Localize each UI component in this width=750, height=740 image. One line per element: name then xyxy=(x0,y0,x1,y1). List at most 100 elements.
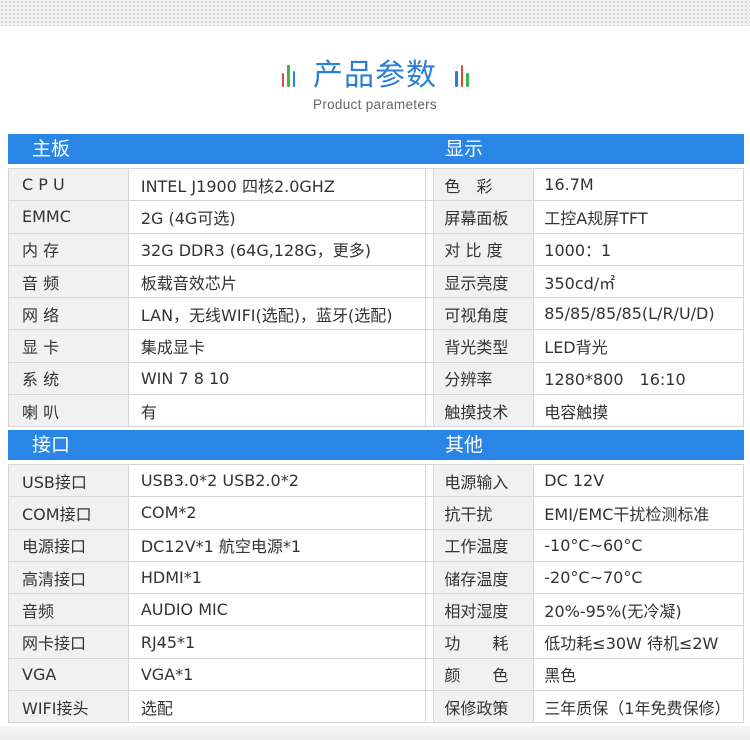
table-row: USB接口 USB3.0*2 USB2.0*2 电源输入 DC 12V xyxy=(9,465,744,498)
section-title-mainboard: 主板 xyxy=(32,138,71,160)
spec-value: 电容触摸 xyxy=(534,395,744,428)
spec-label: 相对湿度 xyxy=(434,594,535,627)
spec-table-1: C P U INTEL J1900 四核2.0GHZ 色 彩 16.7M EMM… xyxy=(8,168,744,428)
spec-value: 工控A规屏TFT xyxy=(534,201,744,234)
spec-label: VGA xyxy=(9,658,129,692)
spec-label: 储存温度 xyxy=(434,561,535,595)
spec-label: 电源输入 xyxy=(434,465,535,498)
spec-label: 电源接口 xyxy=(9,529,129,562)
spec-label: 屏幕面板 xyxy=(434,201,535,234)
column-gap xyxy=(426,298,435,331)
page-subtitle: Product parameters xyxy=(313,97,437,112)
spec-label: 音频 xyxy=(9,594,129,627)
section-header-1: 主板 显示 xyxy=(8,134,744,164)
spec-value: 低功耗≤30W 待机≤2W xyxy=(534,626,744,659)
spec-value: 2G (4G可选) xyxy=(128,201,427,234)
spec-label: WIFI接头 xyxy=(9,691,129,724)
table-row: 电源接口 DC12V*1 航空电源*1 工作温度 -10°C~60°C xyxy=(9,529,744,562)
spec-table-2: USB接口 USB3.0*2 USB2.0*2 电源输入 DC 12V COM接… xyxy=(8,464,744,724)
spec-value: RJ45*1 xyxy=(128,626,427,659)
spec-label: C P U xyxy=(9,169,129,202)
spec-value: -10°C~60°C xyxy=(534,529,744,562)
column-gap xyxy=(426,362,435,396)
right-bars-icon xyxy=(455,65,469,87)
section-title-display: 显示 xyxy=(445,138,484,160)
spec-value: 黑色 xyxy=(534,658,744,692)
table-row: C P U INTEL J1900 四核2.0GHZ 色 彩 16.7M xyxy=(9,169,744,202)
column-gap xyxy=(426,169,435,202)
column-gap xyxy=(426,201,435,234)
spec-label: 系 统 xyxy=(9,362,129,396)
table-row: 内 存 32G DDR3 (64G,128G，更多) 对 比 度 1000：1 xyxy=(9,233,744,266)
spec-value: 板载音效芯片 xyxy=(128,265,427,299)
spec-value: -20°C~70°C xyxy=(534,561,744,595)
spec-label: 颜 色 xyxy=(434,658,535,692)
spec-value: 20%-95%(无冷凝) xyxy=(534,594,744,627)
spec-label: 内 存 xyxy=(9,233,129,266)
section-title-other: 其他 xyxy=(445,434,484,456)
page-title: 产品参数 xyxy=(313,58,437,93)
title-block: 产品参数 xyxy=(0,56,750,96)
spec-value: EMI/EMC干扰检测标准 xyxy=(534,497,744,530)
top-pattern-strip xyxy=(0,0,750,26)
spec-value: LAN，无线WIFI(选配)，蓝牙(选配) xyxy=(128,298,427,331)
column-gap xyxy=(426,497,435,530)
spec-label: 喇 叭 xyxy=(9,395,129,428)
spec-label: 可视角度 xyxy=(434,298,535,331)
spec-value: 1000：1 xyxy=(534,233,744,266)
spec-value: 32G DDR3 (64G,128G，更多) xyxy=(128,233,427,266)
table-row: 网卡接口 RJ45*1 功 耗 低功耗≤30W 待机≤2W xyxy=(9,626,744,659)
spec-label: 工作温度 xyxy=(434,529,535,562)
spec-label: 保修政策 xyxy=(434,691,535,724)
spec-label: EMMC xyxy=(9,201,129,234)
spec-label: 抗干扰 xyxy=(434,497,535,530)
column-gap xyxy=(426,233,435,266)
table-row: WIFI接头 选配 保修政策 三年质保（1年免费保修） xyxy=(9,691,744,724)
spec-label: 网 络 xyxy=(9,298,129,331)
column-gap xyxy=(426,691,435,724)
bottom-strip xyxy=(0,726,750,740)
spec-label: 背光类型 xyxy=(434,330,535,363)
spec-label: 高清接口 xyxy=(9,561,129,595)
table-row: 网 络 LAN，无线WIFI(选配)，蓝牙(选配) 可视角度 85/85/85/… xyxy=(9,298,744,331)
spec-label: 色 彩 xyxy=(434,169,535,202)
section-title-interface: 接口 xyxy=(32,434,71,456)
column-gap xyxy=(426,265,435,299)
spec-value: DC12V*1 航空电源*1 xyxy=(128,529,427,562)
table-row: COM接口 COM*2 抗干扰 EMI/EMC干扰检测标准 xyxy=(9,497,744,530)
section-header-2: 接口 其他 xyxy=(8,430,744,460)
table-row: 喇 叭 有 触摸技术 电容触摸 xyxy=(9,395,744,428)
spec-value: 集成显卡 xyxy=(128,330,427,363)
spec-label: 显 卡 xyxy=(9,330,129,363)
spec-value: HDMI*1 xyxy=(128,561,427,595)
spec-value: 350cd/㎡ xyxy=(534,265,744,299)
table-row: VGA VGA*1 颜 色 黑色 xyxy=(9,658,744,692)
table-row: 显 卡 集成显卡 背光类型 LED背光 xyxy=(9,330,744,363)
spec-value: WIN 7 8 10 xyxy=(128,362,427,396)
column-gap xyxy=(426,658,435,692)
table-row: EMMC 2G (4G可选) 屏幕面板 工控A规屏TFT xyxy=(9,201,744,234)
table-row: 高清接口 HDMI*1 储存温度 -20°C~70°C xyxy=(9,561,744,595)
spec-value: 有 xyxy=(128,395,427,428)
spec-label: 音 频 xyxy=(9,265,129,299)
spec-value: 1280*800 16:10 xyxy=(534,362,744,396)
spec-value: LED背光 xyxy=(534,330,744,363)
spec-value: 85/85/85/85(L/R/U/D) xyxy=(534,298,744,331)
left-bars-icon xyxy=(281,65,295,87)
spec-label: 分辨率 xyxy=(434,362,535,396)
column-gap xyxy=(426,594,435,627)
spec-label: COM接口 xyxy=(9,497,129,530)
spec-label: 对 比 度 xyxy=(434,233,535,266)
column-gap xyxy=(426,465,435,498)
spec-value: VGA*1 xyxy=(128,658,427,692)
spec-value: AUDIO MIC xyxy=(128,594,427,627)
column-gap xyxy=(426,626,435,659)
spec-label: 网卡接口 xyxy=(9,626,129,659)
spec-value: 选配 xyxy=(128,691,427,724)
spec-value: USB3.0*2 USB2.0*2 xyxy=(128,465,427,498)
column-gap xyxy=(426,330,435,363)
table-row: 音 频 板载音效芯片 显示亮度 350cd/㎡ xyxy=(9,265,744,299)
column-gap xyxy=(426,561,435,595)
spec-label: USB接口 xyxy=(9,465,129,498)
column-gap xyxy=(426,529,435,562)
